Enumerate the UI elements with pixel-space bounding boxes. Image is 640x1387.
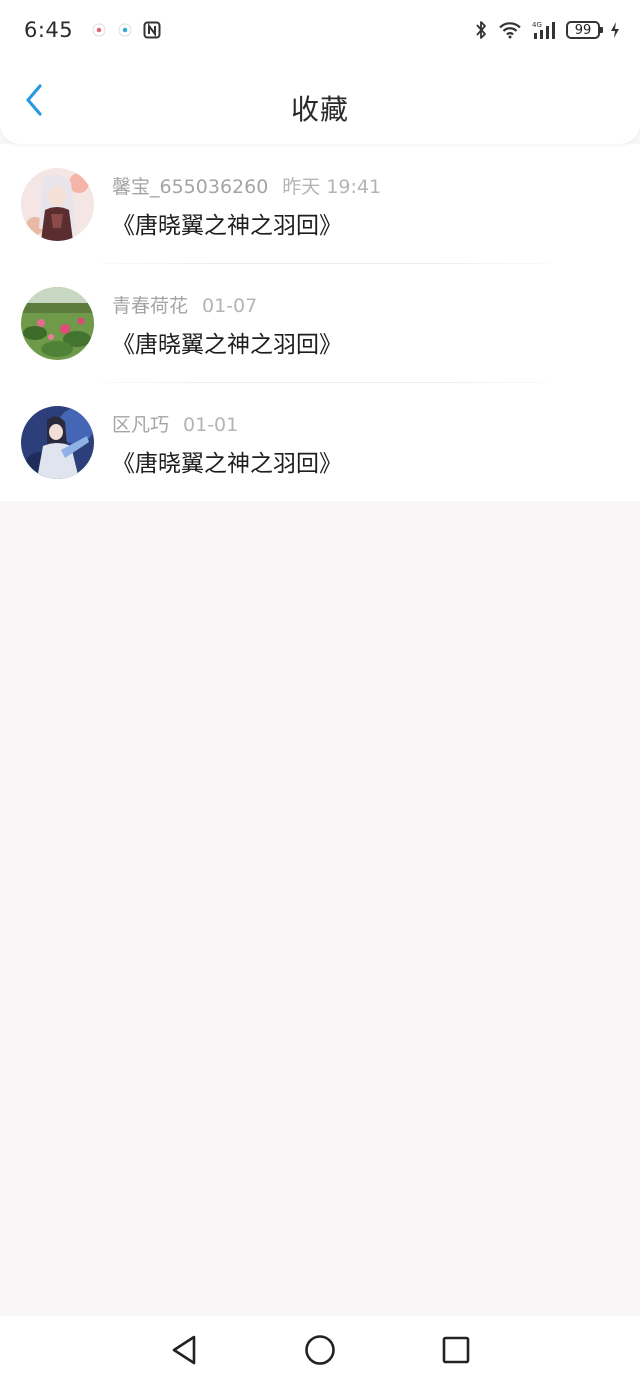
list-item[interactable]: 区凡巧 01-01 《唐晓翼之神之羽回》 [0, 382, 640, 501]
avatar[interactable] [21, 168, 94, 241]
timestamp: 昨天 19:41 [282, 176, 382, 198]
status-right: 4G 99 [474, 20, 620, 40]
charging-icon [610, 21, 620, 39]
status-time: 6:45 [24, 18, 74, 42]
username: 馨宝_655036260 [112, 176, 269, 198]
square-recents-icon [441, 1335, 471, 1369]
triangle-back-icon [170, 1334, 198, 1370]
battery-indicator: 99 [566, 21, 603, 39]
nav-recents-button[interactable] [426, 1322, 486, 1382]
wifi-icon [498, 21, 522, 39]
avatar[interactable] [21, 406, 94, 479]
status-left: 6:45 [24, 18, 161, 42]
favorites-list: 馨宝_655036260 昨天 19:41 《唐晓翼之神之羽回》 青春荷花 01-0… [0, 144, 640, 501]
list-item[interactable]: 青春荷花 01-07 《唐晓翼之神之羽回》 [0, 263, 640, 382]
nav-home-button[interactable] [290, 1322, 350, 1382]
book-title[interactable]: 《唐晓翼之神之羽回》 [112, 444, 342, 478]
notification-app-icon [91, 22, 107, 38]
avatar[interactable] [21, 287, 94, 360]
svg-text:4G: 4G [532, 21, 542, 29]
book-title[interactable]: 《唐晓翼之神之羽回》 [112, 206, 342, 240]
circle-home-icon [304, 1334, 336, 1370]
system-nav-bar [0, 1316, 640, 1387]
bluetooth-icon [474, 20, 488, 40]
page-title: 收藏 [290, 93, 349, 126]
username: 区凡巧 [112, 414, 170, 436]
status-bar: 6:45 4G 99 [0, 0, 640, 60]
notification-app-icon [117, 22, 133, 38]
timestamp: 01-07 [202, 295, 258, 317]
app-header: 收藏 [0, 60, 640, 144]
nav-back-button[interactable] [154, 1322, 214, 1382]
item-meta: 区凡巧 01-01 [112, 410, 238, 437]
item-meta: 青春荷花 01-07 [112, 291, 257, 318]
timestamp: 01-01 [183, 414, 239, 436]
item-meta: 馨宝_655036260 昨天 19:41 [112, 172, 381, 199]
list-item[interactable]: 馨宝_655036260 昨天 19:41 《唐晓翼之神之羽回》 [0, 144, 640, 263]
cellular-4g-icon: 4G [532, 20, 558, 40]
book-title[interactable]: 《唐晓翼之神之羽回》 [112, 325, 342, 359]
username: 青春荷花 [112, 295, 189, 317]
nfc-icon [143, 21, 161, 39]
